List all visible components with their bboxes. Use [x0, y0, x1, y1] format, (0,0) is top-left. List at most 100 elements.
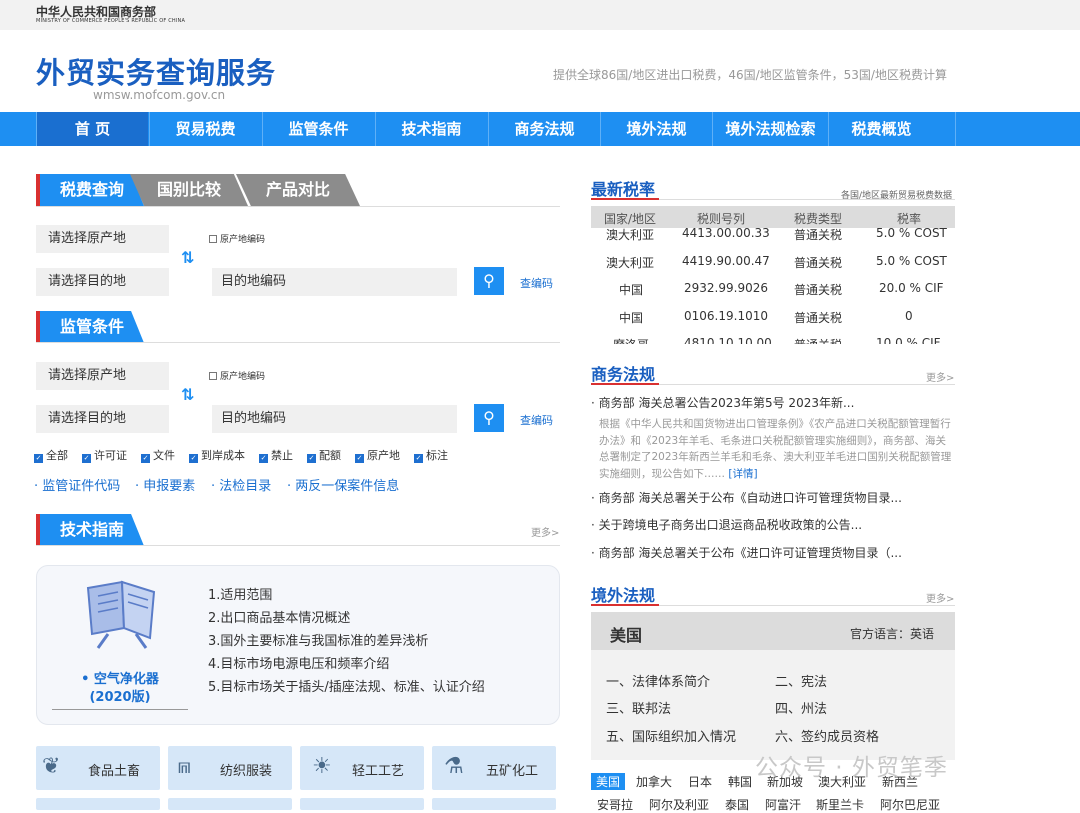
filter-labeling[interactable]: ✓ 标注 — [414, 449, 448, 463]
swap-icon[interactable]: ⇅ — [181, 248, 194, 267]
divider — [52, 709, 188, 710]
rates-table-body[interactable]: 澳大利亚 4413.00.00.33 普通关税 5.0 % COST 澳大利亚 … — [591, 226, 955, 344]
lightbulb-icon: ☀ — [312, 754, 332, 779]
product-caption[interactable]: • 空气净化器 — [58, 668, 182, 687]
origin-code-checkbox[interactable]: 原产地编码 — [209, 369, 265, 382]
nav-foreign-law-search[interactable]: 境外法规检索 — [712, 112, 828, 146]
news-item[interactable]: · 商务部 海关总署关于公布《进口许可证管理货物目录（... — [591, 544, 902, 561]
table-cell: 20.0 % CIF — [879, 281, 944, 295]
divider — [36, 545, 560, 546]
country-tab[interactable]: 阿尔巴尼亚 — [880, 796, 940, 813]
more-link[interactable]: 更多> — [926, 369, 954, 384]
nav-commerce-law[interactable]: 商务法规 — [488, 112, 600, 146]
book-icon[interactable] — [78, 580, 162, 654]
dest-code-input[interactable]: 目的地编码 — [212, 405, 457, 433]
country-tab[interactable]: 阿富汗 — [765, 796, 801, 813]
guide-item[interactable]: 4.目标市场电源电压和频率介绍 — [208, 653, 389, 672]
filter-license[interactable]: ✓ 许可证 — [82, 449, 127, 463]
destination-select[interactable]: 请选择目的地 — [36, 405, 169, 433]
site-title[interactable]: 外贸实务查询服务 — [36, 50, 276, 92]
table-cell: 中国 — [619, 283, 644, 297]
link-inspection-catalog[interactable]: · 法检目录 — [211, 475, 271, 494]
filter-all[interactable]: ✓ 全部 — [34, 449, 68, 463]
nav-home[interactable]: 首 页 — [36, 112, 148, 146]
link-supervision-codes[interactable]: · 监管证件代码 — [34, 475, 120, 494]
lookup-code-link[interactable]: 查编码 — [520, 275, 553, 291]
swap-icon[interactable]: ⇅ — [181, 385, 194, 404]
country-tab[interactable]: 韩国 — [728, 773, 752, 790]
section-title-commerce-law: 商务法规 — [591, 365, 656, 384]
filter-quota[interactable]: ✓ 配额 — [307, 449, 341, 463]
nav-tax-overview[interactable]: 税费概览 — [828, 112, 934, 146]
table-cell: 0106.19.1010 — [684, 309, 768, 323]
dest-code-input[interactable]: 目的地编码 — [212, 268, 457, 296]
nav-tech-guide[interactable]: 技术指南 — [375, 112, 487, 146]
news-headline[interactable]: · 商务部 海关总署公告2023年第5号 2023年新... — [591, 394, 854, 411]
country-tab[interactable]: 加拿大 — [636, 773, 672, 790]
detail-link[interactable]: [详情] — [728, 468, 757, 480]
category-textile[interactable]: ⩎ 纺织服装 — [168, 746, 292, 790]
category-food-livestock[interactable]: ❦ 食品土畜 — [36, 746, 160, 790]
origin-code-checkbox[interactable]: 原产地编码 — [209, 232, 265, 245]
law-item[interactable]: 五、国际组织加入情况 — [606, 726, 736, 745]
more-link[interactable]: 更多> — [926, 590, 954, 605]
filter-landed-cost[interactable]: ✓ 到岸成本 — [189, 449, 245, 463]
country-tab[interactable]: 安哥拉 — [597, 796, 633, 813]
table-cell: 澳大利亚 — [606, 256, 655, 270]
site-url: wmsw.mofcom.gov.cn — [93, 88, 226, 102]
news-item[interactable]: · 关于跨境电子商务出口退运商品税收政策的公告... — [591, 516, 862, 533]
category-card[interactable] — [36, 798, 160, 810]
wechat-watermark: 公众号 · 外贸笔季 — [755, 755, 948, 781]
law-item[interactable]: 六、签约成员资格 — [775, 726, 879, 745]
category-minerals-chemicals[interactable]: ⚗ 五矿化工 — [432, 746, 556, 790]
country-tab[interactable]: 日本 — [688, 773, 712, 790]
news-item[interactable]: · 商务部 海关总署关于公布《自动进口许可管理货物目录... — [591, 489, 902, 506]
table-cell: 普通关税 — [794, 283, 843, 297]
country-tab[interactable]: 阿尔及利亚 — [649, 796, 709, 813]
link-trade-remedy-cases[interactable]: · 两反一保案件信息 — [287, 475, 399, 494]
filter-prohibited[interactable]: ✓ 禁止 — [259, 449, 293, 463]
rates-subtitle[interactable]: 各国/地区最新贸易税费数据 — [841, 188, 952, 201]
search-icon: ⚲ — [483, 408, 495, 427]
law-item[interactable]: 二、宪法 — [775, 671, 827, 690]
tab-product-compare[interactable]: 产品对比 — [236, 174, 360, 206]
country-tab[interactable]: 斯里兰卡 — [816, 796, 864, 813]
guide-item[interactable]: 3.国外主要标准与我国标准的差异浅析 — [208, 630, 428, 649]
lookup-code-link[interactable]: 查编码 — [520, 412, 553, 428]
nav-trade-tax[interactable]: 贸易税费 — [149, 112, 261, 146]
guide-item[interactable]: 5.目标市场关于插头/插座法规、标准、认证介绍 — [208, 676, 485, 695]
country-tab[interactable]: 泰国 — [725, 796, 749, 813]
category-card[interactable] — [300, 798, 424, 810]
law-item[interactable]: 四、州法 — [775, 698, 827, 717]
section-title-supervision: 监管条件 — [36, 311, 144, 343]
filter-checkboxes: ✓ 全部 ✓ 许可证 ✓ 文件 ✓ 到岸成本 ✓ 禁止 ✓ 配额 ✓ 原产地 ✓ 标注 — [34, 447, 448, 463]
link-declaration-elements[interactable]: · 申报要素 — [135, 475, 195, 494]
search-button[interactable]: ⚲ — [474, 404, 504, 432]
more-link[interactable]: 更多> — [531, 524, 559, 539]
country-tab-usa[interactable]: 美国 — [591, 773, 626, 790]
origin-select[interactable]: 请选择原产地 — [36, 362, 169, 390]
nav-foreign-law[interactable]: 境外法规 — [600, 112, 712, 146]
category-card[interactable] — [168, 798, 292, 810]
guide-item[interactable]: 1.适用范围 — [208, 584, 272, 603]
category-light-industry[interactable]: ☀ 轻工工艺 — [300, 746, 424, 790]
section-title-latest-rates: 最新税率 — [591, 180, 656, 199]
section-title-tech-guide: 技术指南 — [36, 514, 144, 546]
filter-document[interactable]: ✓ 文件 — [141, 449, 175, 463]
table-cell: 10.0 % CIF — [876, 336, 941, 344]
destination-select[interactable]: 请选择目的地 — [36, 268, 169, 296]
tab-country-compare[interactable]: 国别比较 — [130, 174, 248, 206]
law-item[interactable]: 三、联邦法 — [606, 698, 671, 717]
category-card[interactable] — [432, 798, 556, 810]
food-icon: ❦ — [42, 754, 61, 779]
divider — [36, 342, 560, 343]
law-item[interactable]: 一、法律体系简介 — [606, 671, 710, 690]
column-header: 国家/地区 — [604, 212, 657, 226]
origin-select[interactable]: 请选择原产地 — [36, 225, 169, 253]
search-icon: ⚲ — [483, 271, 495, 290]
search-button[interactable]: ⚲ — [474, 267, 504, 295]
filter-origin[interactable]: ✓ 原产地 — [355, 449, 400, 463]
guide-item[interactable]: 2.出口商品基本情况概述 — [208, 607, 350, 626]
tab-tax-query[interactable]: 税费查询 — [36, 174, 144, 206]
nav-supervision[interactable]: 监管条件 — [262, 112, 374, 146]
